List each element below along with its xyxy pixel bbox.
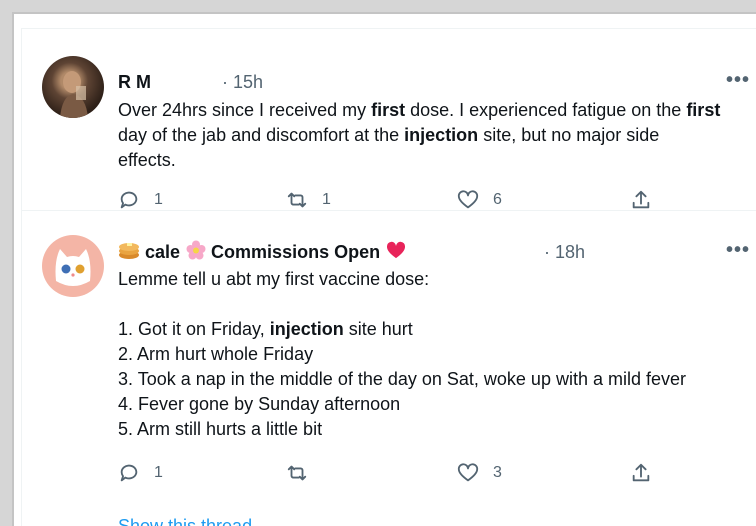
text-segment: 4. Fever gone by Sunday afternoon	[118, 394, 401, 414]
action-bar: 1 3	[118, 462, 756, 486]
reply-button[interactable]: 1	[118, 462, 163, 484]
reply-icon	[120, 191, 138, 209]
tweet-header: cale Commissions Open · 18h	[118, 240, 585, 265]
highlighted-term: first	[686, 100, 721, 120]
share-button[interactable]	[630, 189, 652, 211]
text-segment: 2. Arm hurt whole Friday	[118, 344, 314, 364]
highlighted-term: injection	[269, 319, 344, 339]
reply-icon	[120, 464, 138, 482]
text-line: 5. Arm still hurts a little bit	[118, 417, 748, 442]
like-count: 6	[493, 191, 502, 208]
text-segment: dose. I experienced fatigue on the	[405, 100, 687, 120]
tweet-text: Lemme tell u abt my first vaccine dose: 1…	[118, 267, 748, 442]
tweet-text: Over 24hrs since I received my first dos…	[118, 98, 748, 173]
text-segment: site hurt	[343, 319, 413, 339]
text-segment: 3. Took a nap in the middle of the day o…	[118, 369, 687, 389]
retweet-icon	[287, 465, 307, 481]
retweet-count: 1	[322, 191, 331, 208]
timestamp[interactable]: · 18h	[544, 242, 585, 263]
text-line: 3. Took a nap in the middle of the day o…	[118, 367, 748, 392]
action-bar: 1 1 6	[118, 189, 756, 213]
text-line	[118, 292, 748, 317]
screenshot-frame: R M · 15h ••• Over 24hrs since I receive…	[12, 12, 756, 526]
display-name-part1[interactable]: cale	[145, 242, 180, 263]
retweet-button[interactable]: 1	[286, 189, 331, 211]
text-line: day of the jab and discomfort at the inj…	[118, 123, 748, 148]
reply-button[interactable]: 1	[118, 189, 163, 211]
timeline: R M · 15h ••• Over 24hrs since I receive…	[21, 28, 756, 526]
timestamp[interactable]: · 15h	[222, 72, 263, 93]
heart-icon	[457, 190, 479, 209]
text-line: effects.	[118, 148, 748, 173]
text-segment: Over 24hrs since I received my	[118, 100, 372, 120]
avatar[interactable]	[42, 56, 104, 118]
display-name[interactable]: R M	[118, 72, 151, 93]
tweet-header: R M · 15h	[118, 70, 263, 94]
heart-icon	[457, 463, 479, 482]
share-button[interactable]	[630, 462, 652, 484]
like-button[interactable]: 6	[457, 189, 502, 211]
more-icon[interactable]: •••	[726, 69, 750, 92]
text-line: Over 24hrs since I received my first dos…	[118, 98, 748, 123]
retweet-icon	[287, 192, 307, 208]
text-segment: 1. Got it on Friday,	[118, 319, 270, 339]
show-thread-link[interactable]: Show this thread	[118, 516, 252, 526]
text-line: Lemme tell u abt my first vaccine dose:	[118, 267, 748, 292]
reply-count: 1	[154, 464, 163, 481]
like-count: 3	[493, 464, 502, 481]
tweet[interactable]: cale Commissions Open · 18h ••• Lemme te…	[22, 211, 756, 526]
text-line: 1. Got it on Friday, injection site hurt	[118, 317, 748, 342]
pancake-emoji-icon	[118, 240, 140, 265]
share-icon	[632, 190, 650, 209]
text-line: 2. Arm hurt whole Friday	[118, 342, 748, 367]
tweet[interactable]: R M · 15h ••• Over 24hrs since I receive…	[22, 29, 756, 211]
text-segment: effects.	[118, 150, 176, 170]
text-segment: day of the jab and discomfort at the	[118, 125, 405, 145]
text-line: 4. Fever gone by Sunday afternoon	[118, 392, 748, 417]
display-name-part2[interactable]: Commissions Open	[211, 242, 380, 263]
highlighted-term: first	[371, 100, 406, 120]
text-segment: site, but no major side	[478, 125, 660, 145]
retweet-button[interactable]	[286, 462, 322, 484]
like-button[interactable]: 3	[457, 462, 502, 484]
text-segment: Lemme tell u abt my first vaccine dose:	[118, 269, 430, 289]
share-icon	[632, 463, 650, 482]
heart-emoji-icon	[386, 241, 406, 264]
reply-count: 1	[154, 191, 163, 208]
flower-emoji-icon	[186, 240, 206, 265]
more-icon[interactable]: •••	[726, 239, 750, 262]
text-segment: 5. Arm still hurts a little bit	[118, 419, 323, 439]
avatar[interactable]	[42, 235, 104, 297]
highlighted-term: injection	[404, 125, 479, 145]
